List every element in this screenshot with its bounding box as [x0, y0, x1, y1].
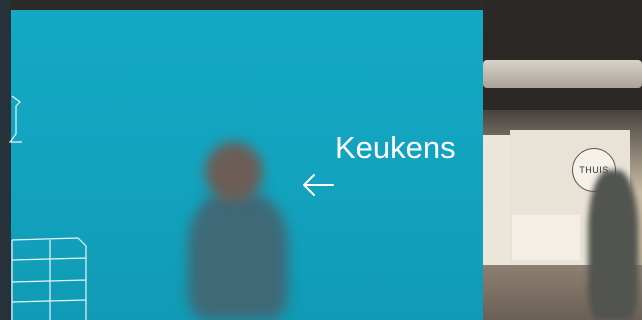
blurred-person-body — [188, 192, 288, 320]
showroom-ceiling — [483, 0, 642, 110]
photo-scene: THUIS Keukens — [0, 0, 642, 320]
blurred-person-head — [205, 142, 263, 202]
walking-person-right — [588, 170, 638, 320]
lamp-icon — [8, 95, 22, 143]
ceiling-duct — [483, 60, 642, 88]
keukens-sign: Keukens — [335, 130, 456, 165]
white-pillar — [483, 135, 510, 285]
line-drawing-icons — [8, 95, 87, 320]
left-arrow-icon — [303, 174, 334, 196]
cabinet-drawing-icon — [11, 237, 87, 320]
display-counter — [512, 215, 580, 260]
